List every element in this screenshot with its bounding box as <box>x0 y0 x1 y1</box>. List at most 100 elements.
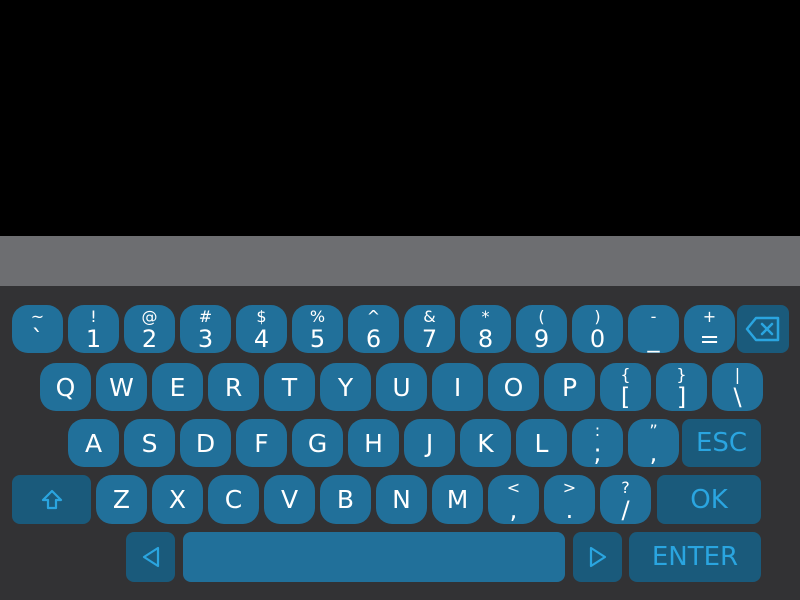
key-num-8[interactable]: * 8 <box>460 305 511 353</box>
key-letter: O <box>503 372 524 402</box>
key-sym-r3-0[interactable]: :; <box>572 419 623 467</box>
right-arrow-icon <box>589 546 606 568</box>
shift-key[interactable] <box>12 475 91 524</box>
key-base-char: 5 <box>309 325 326 353</box>
key-letter: J <box>425 428 434 458</box>
key-letter-r3-5[interactable]: H <box>348 419 399 467</box>
key-letter: I <box>453 372 462 402</box>
key-letter-r4-5[interactable]: N <box>376 475 427 524</box>
esc-key[interactable]: ESC <box>682 419 761 467</box>
enter-label: ENTER <box>651 542 739 572</box>
ok-label: OK <box>690 484 728 515</box>
key-letter-r3-7[interactable]: K <box>460 419 511 467</box>
enter-key[interactable]: ENTER <box>629 532 761 582</box>
key-base-char: 2 <box>141 325 158 353</box>
key-letter: H <box>364 428 383 458</box>
key-num-0[interactable]: ~ ` <box>12 305 63 353</box>
key-letter: L <box>534 428 549 458</box>
backspace-key[interactable] <box>737 305 789 353</box>
key-letter: M <box>446 485 469 514</box>
key-num-9[interactable]: (9 <box>516 305 567 353</box>
key-base-char: , <box>509 495 518 524</box>
key-letter: B <box>336 485 355 514</box>
key-sym-r4-2[interactable]: ? / <box>600 475 651 524</box>
key-base-char: 0 <box>589 325 606 353</box>
key-base-char: , <box>649 439 658 467</box>
key-sym-r2-1[interactable]: }] <box>656 363 707 411</box>
key-letter: F <box>254 428 269 458</box>
key-base-char: / <box>621 495 630 524</box>
key-sym-r3-1[interactable]: ”, <box>628 419 679 467</box>
key-letter-r3-4[interactable]: G <box>292 419 343 467</box>
key-num-2[interactable]: @2 <box>124 305 175 353</box>
key-letter-r4-2[interactable]: C <box>208 475 259 524</box>
key-letter: D <box>195 428 216 458</box>
key-shift-char: # <box>198 307 213 326</box>
key-num-7[interactable]: & 7 <box>404 305 455 353</box>
text-input-bar[interactable] <box>0 236 800 286</box>
key-letter: W <box>109 372 134 402</box>
key-num-5[interactable]: % 5 <box>292 305 343 353</box>
key-letter-r3-3[interactable]: F <box>236 419 287 467</box>
key-sym-r4-0[interactable]: <, <box>488 475 539 524</box>
key-letter-r3-0[interactable]: A <box>68 419 119 467</box>
key-letter-r2-9[interactable]: P <box>544 363 595 411</box>
key-shift-char: @ <box>141 307 158 326</box>
key-letter-r3-2[interactable]: D <box>180 419 231 467</box>
key-letter-r3-1[interactable]: S <box>124 419 175 467</box>
key-letter: Y <box>337 372 354 402</box>
key-letter: Q <box>55 372 76 402</box>
key-num-3[interactable]: #3 <box>180 305 231 353</box>
key-shift-char: : <box>594 421 601 440</box>
key-shift-char: $ <box>256 307 267 326</box>
key-num-11[interactable]: - _ <box>628 305 679 353</box>
key-letter-r2-4[interactable]: T <box>264 363 315 411</box>
key-letter: C <box>224 485 243 514</box>
key-letter-r2-8[interactable]: O <box>488 363 539 411</box>
key-letter-r2-7[interactable]: I <box>432 363 483 411</box>
key-base-char: = <box>699 325 720 353</box>
ok-key[interactable]: OK <box>657 475 761 524</box>
key-letter-r3-6[interactable]: J <box>404 419 455 467</box>
key-base-char: 3 <box>197 325 214 353</box>
key-letter: Z <box>112 485 131 514</box>
key-letter: X <box>168 485 187 514</box>
key-shift-char: ^ <box>366 307 381 326</box>
key-letter-r4-3[interactable]: V <box>264 475 315 524</box>
key-letter: E <box>169 372 186 402</box>
key-letter-r4-0[interactable]: Z <box>96 475 147 524</box>
key-letter: N <box>392 485 411 514</box>
key-num-6[interactable]: ^ 6 <box>348 305 399 353</box>
cursor-right-key[interactable] <box>573 532 622 582</box>
key-letter-r2-5[interactable]: Y <box>320 363 371 411</box>
key-shift-char: % <box>309 307 326 326</box>
key-sym-r4-1[interactable]: >. <box>544 475 595 524</box>
key-letter: A <box>84 428 103 458</box>
key-sym-r2-0[interactable]: {[ <box>600 363 651 411</box>
key-shift-char: | <box>734 365 741 384</box>
key-letter-r2-6[interactable]: U <box>376 363 427 411</box>
key-letter-r4-6[interactable]: M <box>432 475 483 524</box>
key-num-10[interactable]: ) 0 <box>572 305 623 353</box>
key-letter-r2-0[interactable]: Q <box>40 363 91 411</box>
key-num-12[interactable]: + = <box>684 305 735 353</box>
key-letter-r4-1[interactable]: X <box>152 475 203 524</box>
key-letter: U <box>392 372 411 402</box>
key-num-4[interactable]: $4 <box>236 305 287 353</box>
key-base-char: 7 <box>421 325 438 353</box>
key-base-char: _ <box>647 325 660 353</box>
key-base-char: 6 <box>365 325 382 353</box>
key-letter-r3-8[interactable]: L <box>516 419 567 467</box>
key-letter-r2-3[interactable]: R <box>208 363 259 411</box>
key-sym-r2-2[interactable]: | \ <box>712 363 763 411</box>
shift-arrow-icon <box>41 489 62 509</box>
cursor-left-key[interactable] <box>126 532 175 582</box>
space-bar[interactable] <box>183 532 565 582</box>
key-letter-r2-2[interactable]: E <box>152 363 203 411</box>
key-num-1[interactable]: ! 1 <box>68 305 119 353</box>
key-letter-r2-1[interactable]: W <box>96 363 147 411</box>
key-letter-r4-4[interactable]: B <box>320 475 371 524</box>
key-shift-char: + <box>702 307 717 326</box>
key-base-char: 8 <box>477 325 494 353</box>
key-shift-char: ( <box>538 307 545 326</box>
